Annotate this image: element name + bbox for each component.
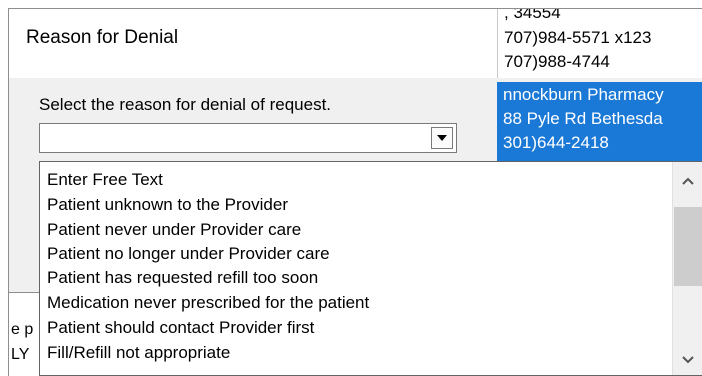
app-window: Reason for Denial , 34554 707)984-5571 x… [8, 8, 702, 376]
chevron-up-icon [682, 177, 694, 185]
dropdown-scrollbar[interactable] [672, 162, 702, 375]
pharmacy-name: nnockburn Pharmacy [503, 85, 664, 104]
dropdown-button[interactable] [431, 127, 453, 149]
background-phone: 707)984-5571 x123 [504, 28, 652, 47]
background-zip: , 34554 [504, 8, 561, 22]
background-fax: 707)988-4744 [504, 52, 610, 71]
option-fill-not-appropriate[interactable]: Fill/Refill not appropriate [47, 342, 230, 364]
dialog-title: Reason for Denial [26, 27, 179, 48]
denial-reason-dropdown-list[interactable]: Enter Free Text Patient unknown to the P… [39, 161, 702, 376]
option-never-under-care[interactable]: Patient never under Provider care [47, 219, 301, 241]
scroll-thumb[interactable] [674, 207, 702, 286]
pharmacy-phone: 301)644-2418 [503, 133, 609, 152]
chevron-down-icon [437, 135, 447, 141]
pharmacy-address: 88 Pyle Rd Bethesda [503, 109, 663, 128]
scroll-down-button[interactable] [673, 345, 702, 375]
chevron-down-icon [682, 356, 694, 364]
background-fragment-1: e p [11, 321, 34, 338]
denial-reason-select[interactable] [39, 123, 457, 153]
option-enter-free-text[interactable]: Enter Free Text [47, 169, 163, 191]
option-contact-provider[interactable]: Patient should contact Provider first [47, 317, 314, 339]
denial-prompt-label: Select the reason for denial of request. [39, 95, 332, 114]
background-pharmacy-selected[interactable]: nnockburn Pharmacy 88 Pyle Rd Bethesda 3… [497, 82, 702, 162]
option-no-longer-under-care[interactable]: Patient no longer under Provider care [47, 243, 330, 265]
background-list-fragment: e p LY [9, 292, 41, 376]
option-refill-too-soon[interactable]: Patient has requested refill too soon [47, 267, 318, 289]
background-contact-panel: , 34554 707)984-5571 x123 707)988-4744 [497, 9, 702, 78]
dialog-title-bar: Reason for Denial [9, 9, 497, 78]
background-fragment-2: LY [11, 346, 30, 363]
option-never-prescribed[interactable]: Medication never prescribed for the pati… [47, 292, 369, 314]
option-patient-unknown[interactable]: Patient unknown to the Provider [47, 194, 288, 216]
scroll-up-button[interactable] [673, 166, 702, 196]
